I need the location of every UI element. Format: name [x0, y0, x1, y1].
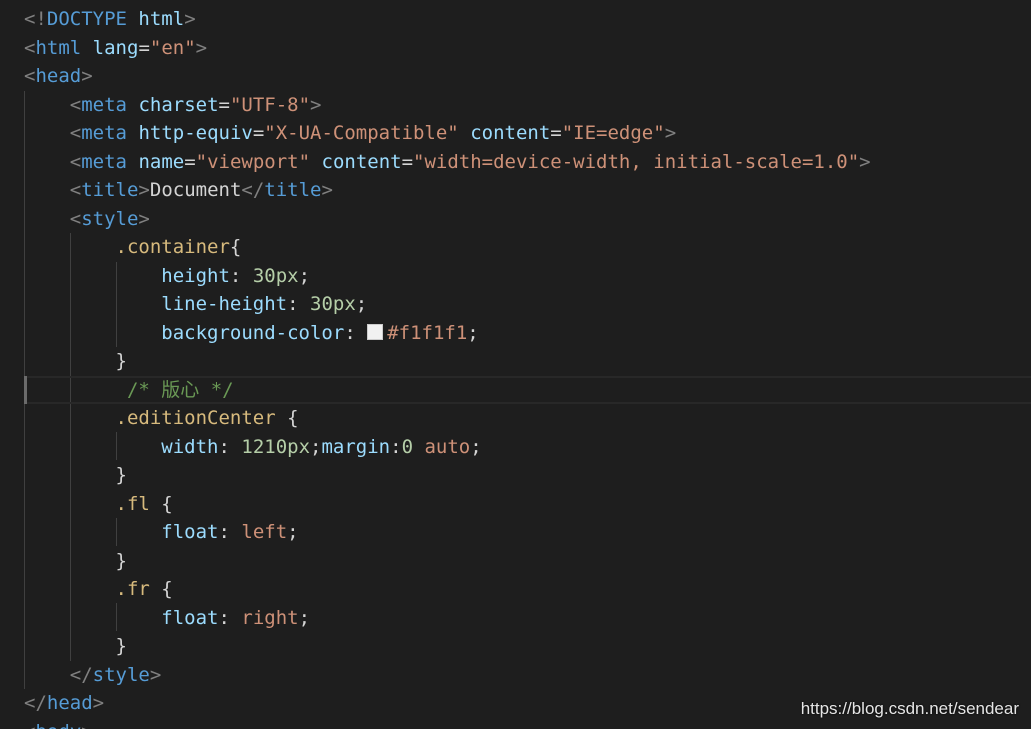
code-line[interactable]: } [24, 461, 1031, 490]
code-line[interactable]: <html lang="en"> [24, 34, 1031, 63]
code-line[interactable]: .fr { [24, 575, 1031, 604]
tag-name: meta [81, 93, 127, 116]
code-line-current[interactable]: /* 版心 */ [24, 375, 1031, 404]
code-line[interactable]: <meta charset="UTF-8"> [24, 91, 1031, 120]
tag-name: meta [81, 122, 127, 144]
css-property: line-height [161, 293, 288, 315]
attr-value: "IE=edge" [561, 122, 665, 144]
attr-name: name [138, 150, 185, 173]
css-property: float [161, 521, 219, 543]
css-selector: .editionCenter [115, 407, 276, 429]
css-value: auto [424, 435, 471, 458]
code-line[interactable]: <body> [24, 718, 1031, 729]
tag-name: title [264, 179, 322, 201]
css-value: 30px [252, 264, 299, 287]
doctype-name: html [138, 8, 185, 30]
color-swatch-icon[interactable] [367, 323, 384, 340]
tag-name: body [35, 721, 81, 729]
code-line[interactable]: <meta name="viewport" content="width=dev… [24, 148, 1031, 177]
attr-name: http-equiv [138, 122, 253, 144]
css-value: left [241, 521, 288, 543]
attr-value: "en" [149, 36, 196, 59]
code-line[interactable]: } [24, 347, 1031, 376]
code-line[interactable]: background-color: #f1f1f1; [24, 319, 1031, 348]
code-line[interactable]: <!DOCTYPE html> [24, 5, 1031, 34]
code-line[interactable]: width: 1210px;margin:0 auto; [24, 433, 1031, 462]
code-line[interactable]: <style> [24, 205, 1031, 234]
code-line[interactable]: .editionCenter { [24, 404, 1031, 433]
css-value: 30px [310, 293, 356, 315]
doctype-keyword: DOCTYPE [46, 8, 127, 30]
tag-name: meta [81, 150, 127, 173]
tag-name: style [81, 207, 139, 230]
css-selector: .fr [115, 578, 150, 600]
tag-name: head [35, 65, 82, 87]
code-line[interactable]: .fl { [24, 490, 1031, 519]
code-line[interactable]: float: right; [24, 604, 1031, 633]
css-property: background-color [161, 321, 345, 344]
code-line[interactable]: float: left; [24, 518, 1031, 547]
css-property: height [161, 264, 230, 287]
code-editor[interactable]: <!DOCTYPE html> <html lang="en"> <head> … [0, 0, 1031, 729]
css-value: #f1f1f1 [387, 321, 468, 344]
bracket: <! [24, 8, 47, 30]
attr-name: lang [92, 36, 139, 59]
css-value: 0 [401, 435, 414, 458]
code-line[interactable]: <head> [24, 62, 1031, 91]
watermark: https://blog.csdn.net/sendear [800, 699, 1019, 718]
code-line[interactable]: line-height: 30px; [24, 290, 1031, 319]
title-text: Document [149, 179, 242, 201]
css-property: float [161, 606, 219, 629]
css-property: width [161, 435, 219, 458]
code-line[interactable]: .container{ [24, 233, 1031, 262]
code-line[interactable]: </style> [24, 661, 1031, 690]
code-line[interactable]: <title>Document</title> [24, 176, 1031, 205]
attr-value: "width=device-width, initial-scale=1.0" [413, 150, 860, 173]
tag-name: title [81, 179, 139, 201]
css-selector: .container [115, 236, 230, 258]
css-selector: .fl [115, 492, 150, 515]
attr-value: "UTF-8" [229, 93, 311, 116]
css-comment: /* 版心 */ [126, 378, 234, 401]
attr-name: content [470, 122, 551, 144]
tag-name: style [92, 663, 150, 686]
css-property: margin [321, 435, 391, 458]
code-line[interactable]: height: 30px; [24, 262, 1031, 291]
tag-name: html [35, 36, 82, 59]
code-line[interactable]: } [24, 547, 1031, 576]
code-line[interactable]: } [24, 632, 1031, 661]
attr-value: "X-UA-Compatible" [264, 122, 459, 144]
attr-name: charset [138, 93, 219, 116]
code-lines[interactable]: <!DOCTYPE html> <html lang="en"> <head> … [24, 5, 1031, 729]
tag-name: head [46, 692, 93, 714]
code-line[interactable]: <meta http-equiv="X-UA-Compatible" conte… [24, 119, 1031, 148]
css-value: right [241, 606, 299, 629]
attr-name: content [321, 150, 402, 173]
attr-value: "viewport" [195, 150, 311, 173]
css-value: 1210px [241, 435, 311, 458]
